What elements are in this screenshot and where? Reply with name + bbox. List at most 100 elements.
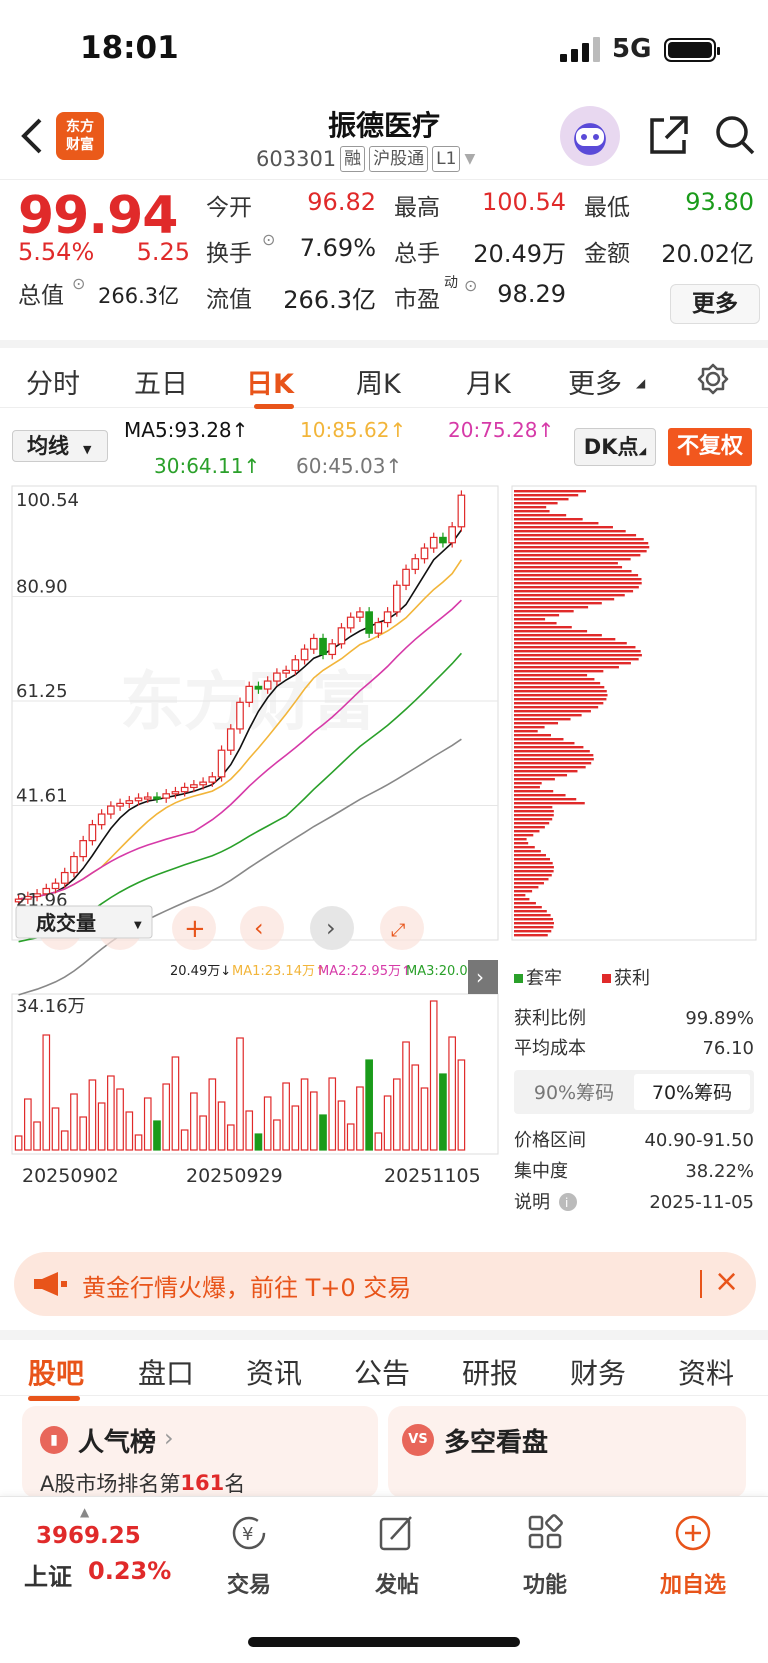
- chevron-down-icon[interactable]: ▼: [464, 151, 475, 167]
- battery-icon: [664, 38, 720, 62]
- tab-research[interactable]: 研报: [462, 1352, 518, 1392]
- candle-body: [162, 793, 171, 799]
- index-pct[interactable]: 0.23%: [88, 1557, 171, 1585]
- megaphone-icon: [34, 1272, 67, 1296]
- open-value: 96.82: [307, 188, 376, 216]
- tab-trade[interactable]: ¥ 交易: [194, 1513, 304, 1599]
- open-label: 今开: [206, 195, 252, 221]
- tab-monthly-k[interactable]: 月K: [466, 362, 511, 401]
- ma-selector-label: 均线: [27, 434, 69, 458]
- share-icon[interactable]: [648, 114, 688, 156]
- volume-bar: [236, 1037, 244, 1151]
- chip-bar: [514, 702, 604, 705]
- chevron-right-icon: ›: [476, 965, 484, 989]
- stock-code-line[interactable]: 603301 融 沪股通 L1 ▼: [256, 146, 475, 172]
- chip-bar: [514, 594, 625, 597]
- volume-bar: [51, 1107, 60, 1151]
- chip-bar: [514, 826, 545, 829]
- chip-tab-90[interactable]: 90%筹码: [534, 1082, 614, 1104]
- index-name[interactable]: 上证: [24, 1557, 72, 1592]
- chip-bar: [514, 850, 541, 853]
- kline-svg[interactable]: 东方财富 100.5480.9061.2541.6121.96 « − + ‹ …: [0, 484, 768, 1234]
- chip-bar: [514, 554, 641, 557]
- chip-bar: [514, 910, 547, 913]
- price-range-label: 价格区间: [514, 1130, 586, 1151]
- tab-post[interactable]: 发帖: [342, 1513, 452, 1599]
- promo-banner[interactable]: 黄金行情火爆，前往 T+0 交易 ×: [14, 1252, 756, 1316]
- chip-bar: [514, 690, 607, 693]
- chip-bar: [514, 838, 527, 841]
- x-label-3: 20251105: [384, 1165, 481, 1187]
- index-value[interactable]: 3969.25: [36, 1523, 141, 1549]
- tab-news[interactable]: 资讯: [246, 1352, 302, 1392]
- chip-bar: [514, 654, 642, 657]
- dk-point-button[interactable]: DK点◢: [574, 428, 656, 466]
- volume-bar: [208, 1078, 217, 1151]
- tab-five-day[interactable]: 五日: [134, 362, 188, 401]
- volume-max-label: 34.16万: [16, 996, 86, 1017]
- last-price: 99.94: [18, 186, 178, 246]
- chevron-right-icon: ›: [326, 914, 336, 942]
- adjust-button[interactable]: 不复权: [668, 428, 752, 466]
- candle-body: [88, 824, 97, 842]
- close-icon[interactable]: ×: [714, 1264, 739, 1299]
- candle-body: [328, 643, 337, 656]
- chip-bar: [514, 798, 577, 801]
- chip-tab-70[interactable]: 70%筹码: [652, 1082, 732, 1104]
- tab-forum[interactable]: 股吧: [28, 1352, 84, 1392]
- volume-bar: [88, 1079, 97, 1151]
- volume-bar: [217, 1101, 226, 1151]
- turnover-info-icon[interactable]: ⊙: [262, 230, 275, 249]
- search-icon[interactable]: [714, 114, 756, 156]
- candle-body: [245, 685, 254, 703]
- candle-body: [153, 796, 161, 800]
- chip-bar: [514, 602, 602, 605]
- note-date: 2025-11-05: [649, 1192, 754, 1213]
- ma-selector[interactable]: 均线 ▼: [12, 430, 108, 462]
- volume-selector-label: 成交量: [36, 911, 96, 935]
- chip-bar: [514, 790, 554, 793]
- candle-body: [116, 802, 124, 807]
- chip-bar: [514, 870, 554, 873]
- info-icon[interactable]: ⊙: [72, 274, 85, 293]
- tab-daily-k[interactable]: 日K: [246, 362, 294, 401]
- float-label: 流值: [206, 287, 252, 313]
- chip-bar: [514, 834, 534, 837]
- more-button[interactable]: 更多: [670, 284, 760, 324]
- trapped-legend: 套牢: [526, 968, 562, 989]
- assistant-robot-icon[interactable]: [560, 106, 620, 166]
- tab-finance[interactable]: 财务: [570, 1352, 626, 1392]
- y-tick-label: 80.90: [16, 576, 68, 597]
- bull-bear-card[interactable]: VS 多空看盘: [388, 1406, 746, 1498]
- chip-bar: [514, 742, 575, 745]
- tab-orderbook[interactable]: 盘口: [138, 1352, 194, 1392]
- candle-body: [51, 882, 60, 890]
- pe-info-icon[interactable]: ⊙: [464, 276, 477, 295]
- concentration-value: 38.22%: [685, 1161, 754, 1182]
- popularity-card[interactable]: ▮ 人气榜 › A股市场排名第 161 名: [22, 1406, 378, 1498]
- y-tick-label: 61.25: [16, 681, 68, 702]
- candle-body: [254, 685, 263, 690]
- candle-body: [346, 616, 355, 629]
- tab-functions[interactable]: 功能: [490, 1513, 600, 1599]
- candle-body: [411, 558, 420, 570]
- volume-bar: [226, 1124, 235, 1151]
- tab-add-watchlist[interactable]: 加自选: [638, 1513, 748, 1599]
- tab-intraday[interactable]: 分时: [26, 362, 80, 401]
- candle-body: [291, 659, 300, 672]
- tab-announcements[interactable]: 公告: [354, 1352, 410, 1392]
- tab-profile[interactable]: 资料: [678, 1352, 734, 1392]
- settings-icon[interactable]: [696, 362, 730, 403]
- ma60-value: 60:45.03↑: [296, 454, 403, 478]
- tab-more[interactable]: 更多: [568, 362, 622, 401]
- tab-weekly-k[interactable]: 周K: [356, 362, 401, 401]
- chip-bar: [514, 922, 554, 925]
- chip-bar: [514, 674, 588, 677]
- chip-bar: [514, 618, 546, 621]
- chip-bar: [514, 542, 649, 545]
- chip-bar: [514, 562, 618, 565]
- kline-chart[interactable]: 东方财富 100.5480.9061.2541.6121.96 « − + ‹ …: [0, 484, 768, 1234]
- candle-body: [273, 672, 281, 682]
- chip-bar: [514, 822, 550, 825]
- candle-body: [402, 568, 410, 586]
